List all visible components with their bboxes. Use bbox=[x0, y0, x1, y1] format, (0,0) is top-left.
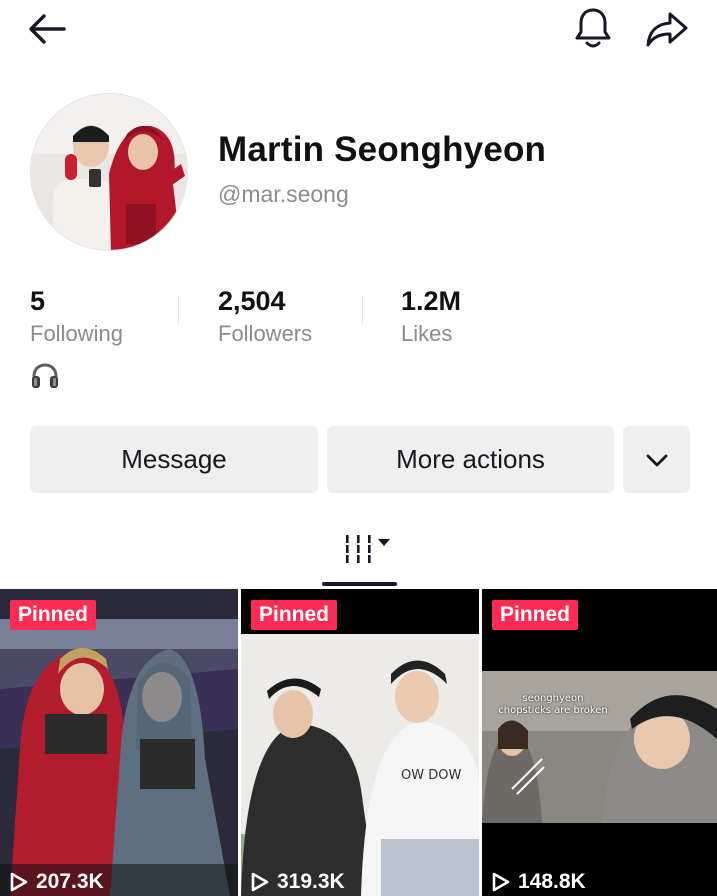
profile-name: Martin Seonghyeon bbox=[218, 130, 547, 169]
view-count-text: 207.3K bbox=[36, 870, 104, 893]
bio bbox=[30, 362, 60, 395]
message-button-label: Message bbox=[121, 444, 227, 474]
video-tile[interactable]: OW DOW Pinned 319.3K bbox=[241, 589, 479, 896]
share-arrow-icon bbox=[646, 12, 688, 47]
back-button[interactable] bbox=[22, 8, 72, 50]
more-actions-button[interactable]: More actions bbox=[327, 426, 614, 493]
avatar-image bbox=[31, 94, 187, 250]
stat-divider bbox=[362, 295, 363, 325]
stat-following[interactable]: 5 Following bbox=[30, 285, 123, 349]
stat-value: 1.2M bbox=[401, 286, 462, 316]
view-count: 148.8K bbox=[492, 868, 586, 896]
shirt-text: OW DOW bbox=[401, 768, 461, 783]
pinned-badge: Pinned bbox=[492, 600, 579, 630]
video-thumbnail bbox=[482, 589, 717, 896]
stat-value: 2,504 bbox=[218, 286, 286, 316]
message-button[interactable]: Message bbox=[30, 426, 318, 493]
view-count: 207.3K bbox=[10, 868, 104, 896]
share-button[interactable] bbox=[640, 8, 694, 50]
avatar[interactable] bbox=[30, 93, 188, 251]
caret-down-icon bbox=[378, 539, 390, 546]
dropdown-button[interactable] bbox=[623, 426, 690, 493]
play-outline-icon bbox=[492, 872, 510, 892]
video-caption-overlay: seonghyeon chopsticks are broken bbox=[498, 693, 608, 716]
notifications-button[interactable] bbox=[568, 5, 618, 51]
stat-label: Following bbox=[30, 321, 123, 346]
bell-icon bbox=[575, 8, 611, 48]
pinned-badge: Pinned bbox=[10, 600, 97, 630]
view-count: 319.3K bbox=[251, 868, 345, 896]
tab-indicator bbox=[322, 582, 397, 586]
chevron-down-icon bbox=[646, 454, 667, 466]
video-thumbnail: OW DOW bbox=[241, 589, 479, 896]
view-count-text: 319.3K bbox=[277, 870, 345, 893]
play-outline-icon bbox=[10, 872, 28, 892]
view-count-text: 148.8K bbox=[518, 870, 586, 893]
stat-value: 5 bbox=[30, 286, 46, 316]
arrow-left-icon bbox=[29, 14, 66, 44]
tab-videos[interactable] bbox=[336, 528, 398, 570]
stat-followers[interactable]: 2,504 Followers bbox=[218, 285, 312, 349]
grid-lines-icon bbox=[346, 535, 371, 563]
stat-divider bbox=[178, 295, 179, 325]
stat-likes[interactable]: 1.2M Likes bbox=[401, 285, 461, 349]
pinned-badge: Pinned bbox=[251, 600, 338, 630]
more-actions-button-label: More actions bbox=[396, 444, 545, 474]
headphones-icon bbox=[32, 363, 58, 388]
play-outline-icon bbox=[251, 872, 269, 892]
profile-handle: @mar.seong bbox=[218, 181, 349, 207]
stat-label: Likes bbox=[401, 321, 453, 346]
stat-label: Followers bbox=[218, 321, 313, 346]
video-thumbnail bbox=[0, 589, 238, 896]
video-tile[interactable]: Pinned 207.3K bbox=[0, 589, 238, 896]
video-tile[interactable]: seonghyeon chopsticks are broken Pinned … bbox=[482, 589, 717, 896]
